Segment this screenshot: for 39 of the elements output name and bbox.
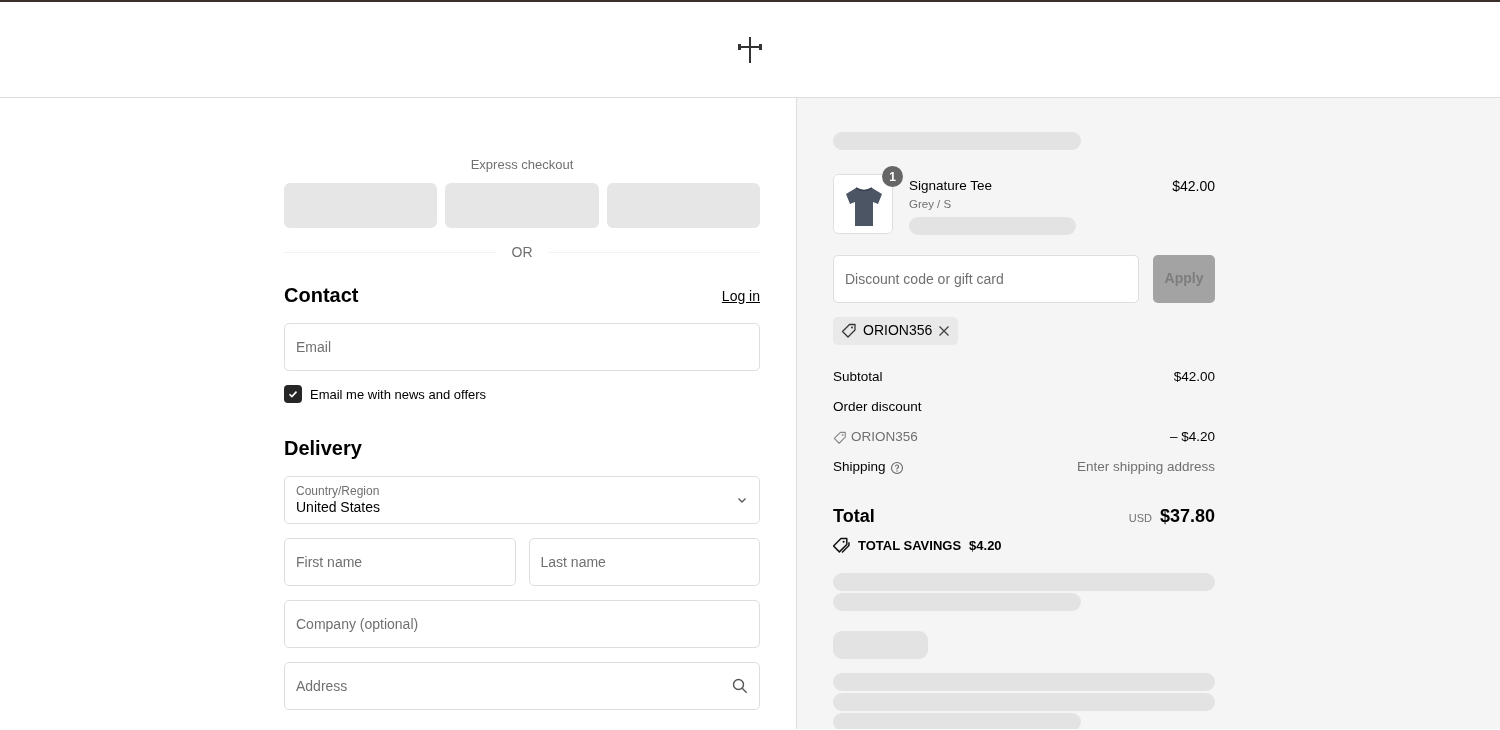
currency-label: USD bbox=[1128, 511, 1152, 526]
address-field[interactable]: Address bbox=[284, 662, 760, 710]
field-value: United States bbox=[296, 498, 381, 516]
summary-value: – $4.20 bbox=[1169, 428, 1215, 447]
summary-label: Shipping bbox=[833, 458, 886, 477]
summary-label: Order discount bbox=[833, 398, 922, 417]
section-heading: Delivery bbox=[284, 436, 363, 460]
tag-icon bbox=[833, 430, 847, 445]
summary-value: $42.00 bbox=[1173, 368, 1215, 387]
summary-value: Enter shipping address bbox=[1076, 458, 1215, 477]
divider-label: OR bbox=[511, 242, 533, 262]
checkbox-label: Email me with news and offers bbox=[310, 385, 487, 404]
section-heading: Contact bbox=[284, 282, 359, 307]
input-field[interactable]: Email bbox=[284, 322, 760, 371]
discount-code: ORION356 bbox=[851, 428, 918, 447]
product-variant: Grey / S bbox=[909, 197, 953, 213]
checkbox[interactable] bbox=[284, 385, 302, 404]
total-label: Total bbox=[833, 504, 875, 528]
product-name: Signature Tee bbox=[909, 177, 994, 195]
tags-icon bbox=[833, 536, 850, 554]
price: $42.00 bbox=[1172, 177, 1215, 196]
input-field[interactable]: First name bbox=[284, 538, 516, 586]
summary-label: Subtotal bbox=[833, 368, 883, 387]
search-icon bbox=[732, 678, 748, 694]
input-field[interactable]: Company (optional) bbox=[284, 600, 760, 648]
remove-button[interactable] bbox=[938, 324, 951, 337]
input-field[interactable]: Last name bbox=[528, 538, 760, 586]
tag-icon bbox=[841, 322, 857, 339]
login-link[interactable]: Log in bbox=[721, 285, 760, 307]
logo-icon bbox=[736, 35, 764, 64]
section-label: Express checkout bbox=[469, 156, 575, 174]
total-value: $37.80 bbox=[1159, 504, 1215, 528]
quantity-badge: 1 bbox=[882, 166, 903, 187]
field-label: Country/Region bbox=[296, 484, 381, 498]
savings-label: TOTAL SAVINGS bbox=[858, 536, 962, 555]
discount-code: ORION356 bbox=[863, 321, 933, 340]
help-icon bbox=[889, 460, 904, 475]
country-select[interactable]: Country/Region United States bbox=[284, 476, 760, 524]
savings-value: $4.20 bbox=[969, 536, 1002, 555]
